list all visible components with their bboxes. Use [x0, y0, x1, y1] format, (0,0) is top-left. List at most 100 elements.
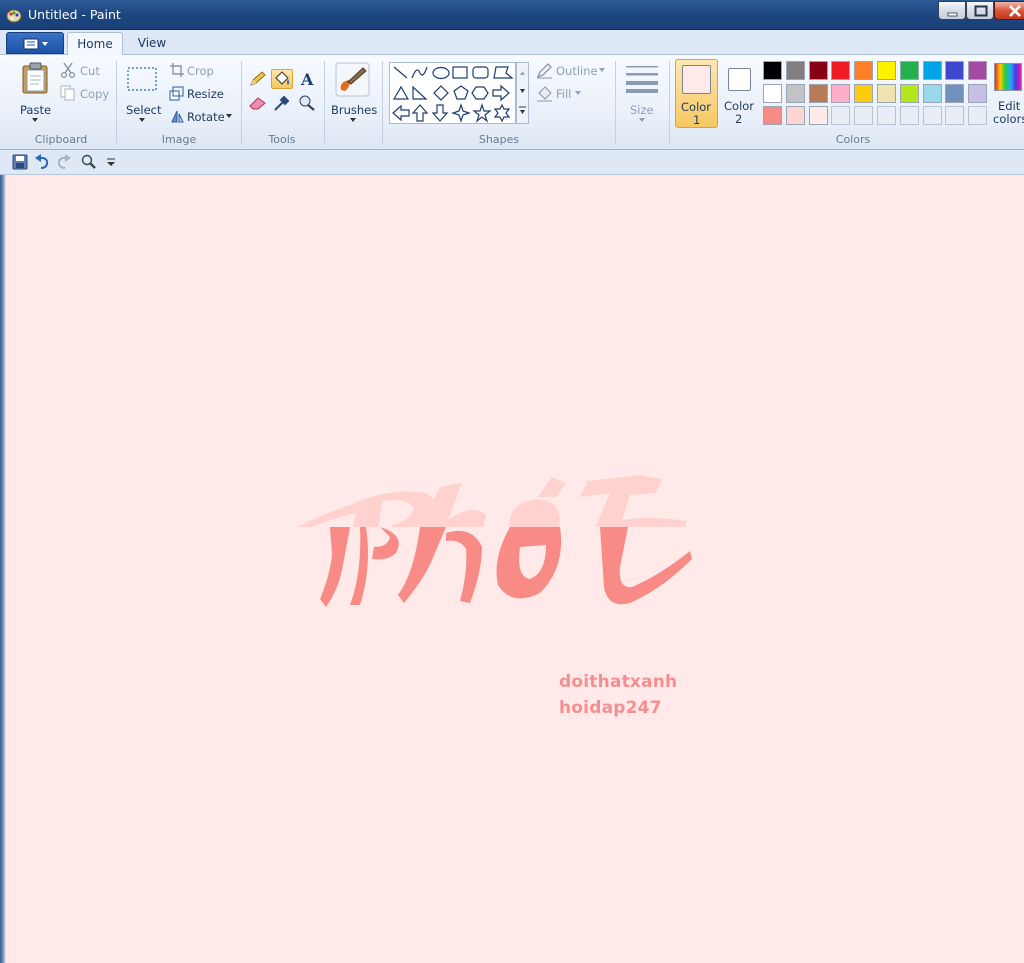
- customize-toolbar-icon[interactable]: [106, 158, 116, 168]
- paste-label: Paste: [20, 103, 52, 117]
- palette-swatch[interactable]: [945, 83, 965, 103]
- outline-label: Outline: [556, 64, 598, 78]
- window-left-border: [0, 175, 6, 963]
- cut-label: Cut: [80, 64, 100, 78]
- select-icon: [127, 67, 157, 91]
- chevron-down-icon: [226, 114, 232, 118]
- shapes-group-label: Shapes: [478, 133, 520, 146]
- palette-swatch[interactable]: [945, 106, 965, 126]
- select-button[interactable]: Select: [122, 59, 162, 129]
- palette-swatch[interactable]: [899, 61, 919, 80]
- palette-swatch[interactable]: [854, 61, 874, 80]
- palette-swatch[interactable]: [899, 83, 919, 103]
- palette-swatch[interactable]: [899, 106, 919, 126]
- palette-swatch[interactable]: [945, 61, 965, 80]
- palette-swatch[interactable]: [808, 106, 828, 126]
- paste-button[interactable]: Paste: [14, 59, 56, 129]
- outline-icon: [536, 63, 552, 79]
- minimize-button[interactable]: [938, 1, 966, 20]
- copy-button[interactable]: Copy: [58, 84, 110, 104]
- palette-swatch[interactable]: [763, 61, 782, 80]
- palette-swatch[interactable]: [785, 61, 805, 80]
- drawing-canvas[interactable]: doithatxanh hoidap247: [0, 175, 1024, 963]
- color1-button[interactable]: Color 1: [675, 59, 718, 128]
- edit-colors-label-2: colors: [993, 112, 1024, 126]
- chevron-down-icon: [639, 118, 645, 122]
- resize-label: Resize: [187, 87, 224, 101]
- edit-colors-button[interactable]: Edit colors: [990, 59, 1024, 129]
- palette-swatch[interactable]: [968, 106, 988, 126]
- tab-home[interactable]: Home: [67, 32, 123, 56]
- fill-label: Fill: [556, 87, 572, 101]
- palette-swatch[interactable]: [877, 106, 896, 126]
- watermark-line-2: hoidap247: [559, 698, 662, 718]
- outline-button[interactable]: Outline: [535, 61, 611, 81]
- magnifier-tool[interactable]: [296, 93, 318, 113]
- palette-swatch[interactable]: [808, 61, 828, 80]
- palette-swatch[interactable]: [763, 106, 782, 126]
- shapes-gallery-scroll[interactable]: [516, 62, 529, 124]
- eraser-tool[interactable]: [247, 93, 269, 113]
- separator: [241, 61, 242, 145]
- image-group-label: Image: [161, 133, 197, 146]
- palette-swatch[interactable]: [763, 83, 782, 103]
- resize-button[interactable]: Resize: [167, 84, 229, 104]
- paste-icon: [22, 62, 48, 94]
- brushes-label: Brushes: [331, 103, 378, 117]
- pencil-tool[interactable]: [247, 69, 269, 89]
- palette-swatch[interactable]: [968, 61, 988, 80]
- palette-swatch[interactable]: [877, 61, 896, 80]
- clipboard-group-label: Clipboard: [34, 133, 88, 146]
- resize-icon: [169, 86, 184, 101]
- palette-swatch[interactable]: [831, 83, 851, 103]
- triangle-shape-icon: [392, 85, 410, 100]
- palette-swatch[interactable]: [968, 83, 988, 103]
- palette-swatch[interactable]: [785, 106, 805, 126]
- palette-swatch[interactable]: [922, 61, 942, 80]
- colors-group-label: Colors: [835, 133, 871, 146]
- color-picker-icon: [274, 95, 290, 111]
- redo-icon[interactable]: [56, 154, 72, 170]
- undo-icon[interactable]: [34, 154, 50, 170]
- crop-label: Crop: [187, 64, 214, 78]
- save-icon[interactable]: [12, 154, 28, 170]
- paint-menu-button[interactable]: [6, 32, 64, 54]
- minimize-icon: [947, 12, 958, 17]
- cut-button[interactable]: Cut: [58, 61, 108, 81]
- curve-shape-icon: [411, 66, 428, 79]
- maximize-button[interactable]: [966, 1, 994, 20]
- palette-swatch[interactable]: [831, 106, 851, 126]
- palette-swatch[interactable]: [922, 106, 942, 126]
- palette-swatch[interactable]: [877, 83, 896, 103]
- crop-button[interactable]: Crop: [167, 61, 227, 81]
- palette-swatch[interactable]: [854, 106, 874, 126]
- palette-swatch[interactable]: [854, 83, 874, 103]
- title-bar[interactable]: Untitled - Paint: [0, 0, 1024, 30]
- magnifier-icon: [299, 95, 315, 111]
- fill-tool[interactable]: [271, 69, 293, 89]
- palette-swatch[interactable]: [808, 83, 828, 103]
- zoom-icon[interactable]: [80, 154, 96, 170]
- tab-view[interactable]: View: [127, 32, 177, 55]
- size-button[interactable]: Size: [620, 59, 664, 129]
- palette-swatch[interactable]: [785, 83, 805, 103]
- chevron-down-icon: [32, 118, 38, 122]
- close-button[interactable]: [994, 1, 1024, 20]
- ribbon-tabs: Home View: [0, 30, 1024, 56]
- palette-swatch[interactable]: [831, 61, 851, 80]
- text-tool[interactable]: A: [296, 69, 318, 89]
- color2-button[interactable]: Color 2: [720, 59, 760, 128]
- pencil-icon: [250, 71, 266, 86]
- fill-button[interactable]: Fill: [535, 84, 585, 104]
- down-arrow-shape-icon: [431, 104, 449, 122]
- scissors-icon: [60, 62, 76, 78]
- svg-text:A: A: [300, 70, 314, 88]
- fill-bucket-icon: [537, 86, 552, 102]
- shapes-gallery[interactable]: [389, 62, 516, 124]
- separator: [324, 61, 325, 145]
- color-picker-tool[interactable]: [271, 93, 293, 113]
- brushes-button[interactable]: Brushes: [330, 59, 378, 129]
- separator: [669, 61, 670, 145]
- rotate-button[interactable]: Rotate: [167, 107, 237, 127]
- palette-swatch[interactable]: [922, 83, 942, 103]
